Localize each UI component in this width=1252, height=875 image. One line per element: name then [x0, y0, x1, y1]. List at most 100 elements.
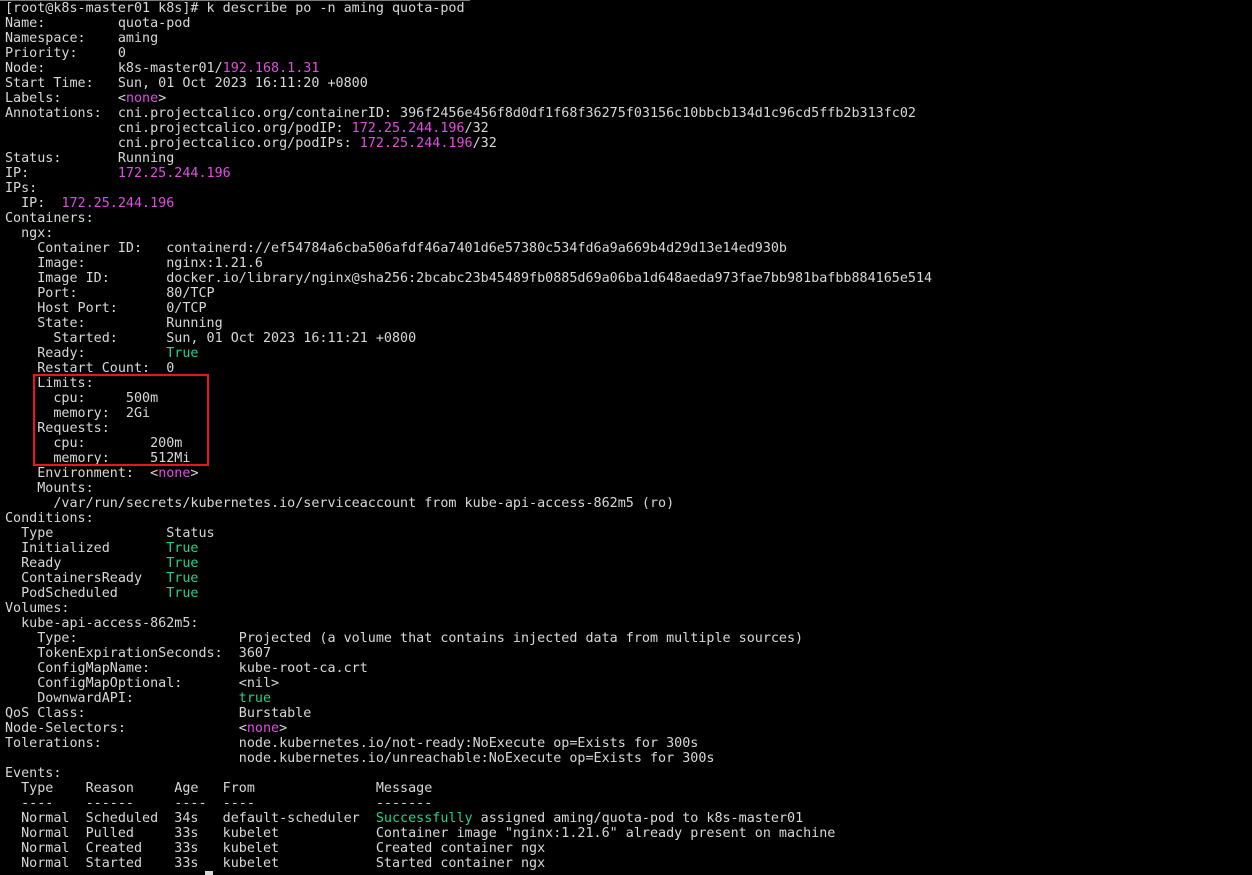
output-line: Volumes:	[5, 601, 932, 616]
output-line: Mounts:	[5, 481, 932, 496]
output-line: Image ID: docker.io/library/nginx@sha256…	[5, 271, 932, 286]
output-text: DownwardAPI:	[5, 691, 239, 706]
output-line: ngx:	[5, 226, 932, 241]
output-line: DownwardAPI: true	[5, 691, 932, 706]
output-text: Node: k8s-master01/	[5, 61, 223, 76]
output-text: Annotations: cni.projectcalico.org/conta…	[5, 106, 916, 121]
output-text: Type Reason Age From Message	[5, 781, 433, 796]
output-text: node.kubernetes.io/unreachable:NoExecute…	[5, 751, 715, 766]
output-text: Image: nginx:1.21.6	[5, 256, 263, 271]
output-text: Environment: <	[5, 466, 159, 481]
terminal-window[interactable]: [root@k8s-master01 k8s]# k describe po -…	[0, 0, 1252, 875]
output-text: Ready:	[5, 346, 167, 361]
output-line: QoS Class: Burstable	[5, 706, 932, 721]
command-text: [root@k8s-master01 k8s]# k describe po -…	[5, 1, 465, 16]
output-line: Normal Created 33s kubelet Created conta…	[5, 841, 932, 856]
output-text: >	[190, 466, 199, 481]
output-line: Priority: 0	[5, 46, 932, 61]
output-line: ConfigMapName: kube-root-ca.crt	[5, 661, 932, 676]
highlighted-value: none	[158, 466, 191, 481]
output-text: >	[158, 91, 167, 106]
output-line: Node-Selectors: <none>	[5, 721, 932, 736]
output-text: /var/run/secrets/kubernetes.io/serviceac…	[5, 496, 675, 511]
highlighted-value: True	[166, 541, 199, 556]
output-text: Status: Running	[5, 151, 175, 166]
highlighted-value: 192.168.1.31	[222, 61, 320, 76]
output-line: PodScheduled True	[5, 586, 932, 601]
output-line: Name: quota-pod	[5, 16, 932, 31]
output-text: Host Port: 0/TCP	[5, 301, 207, 316]
output-line: Type: Projected (a volume that contains …	[5, 631, 932, 646]
highlighted-value: none	[125, 91, 159, 106]
highlighted-value: True	[166, 571, 199, 586]
output-text: >	[279, 721, 288, 736]
output-text: Type: Projected (a volume that contains …	[5, 631, 804, 646]
output-text: ContainersReady	[5, 571, 167, 586]
output-text: Container ID: containerd://ef54784a6cba5…	[5, 241, 787, 256]
output-line: Type Reason Age From Message	[5, 781, 932, 796]
output-text: Labels: <	[5, 91, 126, 106]
output-text: IP:	[5, 166, 118, 181]
output-text: Started: Sun, 01 Oct 2023 16:11:21 +0800	[5, 331, 417, 346]
output-line: ConfigMapOptional: <nil>	[5, 676, 932, 691]
highlighted-value: 172.25.244.196	[351, 121, 465, 136]
output-line: node.kubernetes.io/unreachable:NoExecute…	[5, 751, 932, 766]
output-line: Conditions:	[5, 511, 932, 526]
highlighted-value: true	[238, 691, 272, 706]
output-text: cni.projectcalico.org/podIPs:	[5, 136, 360, 151]
output-line: Normal Scheduled 34s default-scheduler S…	[5, 811, 932, 826]
output-text: PodScheduled	[5, 586, 167, 601]
output-text: Node-Selectors: <	[5, 721, 247, 736]
command-prompt-line: [root@k8s-master01 k8s]# k describe po -…	[5, 1, 932, 16]
output-text: IPs:	[5, 181, 38, 196]
output-line: IPs:	[5, 181, 932, 196]
output-text: assigned aming/quota-pod to k8s-master01	[472, 811, 804, 826]
output-text: TokenExpirationSeconds: 3607	[5, 646, 272, 661]
highlighted-value: 172.25.244.196	[117, 166, 231, 181]
output-text: Ready	[5, 556, 167, 571]
output-text: ngx:	[5, 226, 54, 241]
output-text: QoS Class: Burstable	[5, 706, 312, 721]
output-line: Container ID: containerd://ef54784a6cba5…	[5, 241, 932, 256]
output-line: IP: 172.25.244.196	[5, 166, 932, 181]
highlighted-value: 172.25.244.196	[61, 196, 175, 211]
output-line: Ready: True	[5, 346, 932, 361]
highlighted-value: none	[246, 721, 280, 736]
output-text: Normal Scheduled 34s default-scheduler	[5, 811, 376, 826]
output-line: TokenExpirationSeconds: 3607	[5, 646, 932, 661]
highlighted-value: True	[166, 346, 199, 361]
output-text: Type Status	[5, 526, 215, 541]
output-text: Mounts:	[5, 481, 94, 496]
output-line: Initialized True	[5, 541, 932, 556]
output-text: Initialized	[5, 541, 167, 556]
output-text: kube-api-access-862m5:	[5, 616, 199, 631]
output-line: Containers:	[5, 211, 932, 226]
output-line: Normal Pulled 33s kubelet Container imag…	[5, 826, 932, 841]
output-text: Namespace: aming	[5, 31, 159, 46]
output-text: ---- ------ ---- ---- -------	[5, 796, 433, 811]
output-line: State: Running	[5, 316, 932, 331]
output-line: Host Port: 0/TCP	[5, 301, 932, 316]
output-text: Volumes:	[5, 601, 70, 616]
output-line: cni.projectcalico.org/podIPs: 172.25.244…	[5, 136, 932, 151]
output-text: /32	[464, 121, 489, 136]
resources-highlight-box	[33, 374, 209, 466]
output-line: cni.projectcalico.org/podIP: 172.25.244.…	[5, 121, 932, 136]
output-text: Normal Created 33s kubelet Created conta…	[5, 841, 546, 856]
output-line: ContainersReady True	[5, 571, 932, 586]
output-text: cni.projectcalico.org/podIP:	[5, 121, 352, 136]
output-line: /var/run/secrets/kubernetes.io/serviceac…	[5, 496, 932, 511]
output-text: ConfigMapOptional: <nil>	[5, 676, 280, 691]
output-line: Labels: <none>	[5, 91, 932, 106]
output-line: Events:	[5, 766, 932, 781]
highlighted-value: Successfully	[375, 811, 473, 826]
output-text: Normal Pulled 33s kubelet Container imag…	[5, 826, 836, 841]
output-line: Tolerations: node.kubernetes.io/not-read…	[5, 736, 932, 751]
output-line: Normal Started 33s kubelet Started conta…	[5, 856, 932, 871]
terminal-cursor	[205, 871, 213, 875]
output-text: IP:	[5, 196, 62, 211]
output-line: Environment: <none>	[5, 466, 932, 481]
output-text: Normal Started 33s kubelet Started conta…	[5, 856, 546, 871]
output-line: Started: Sun, 01 Oct 2023 16:11:21 +0800	[5, 331, 932, 346]
output-line: Port: 80/TCP	[5, 286, 932, 301]
